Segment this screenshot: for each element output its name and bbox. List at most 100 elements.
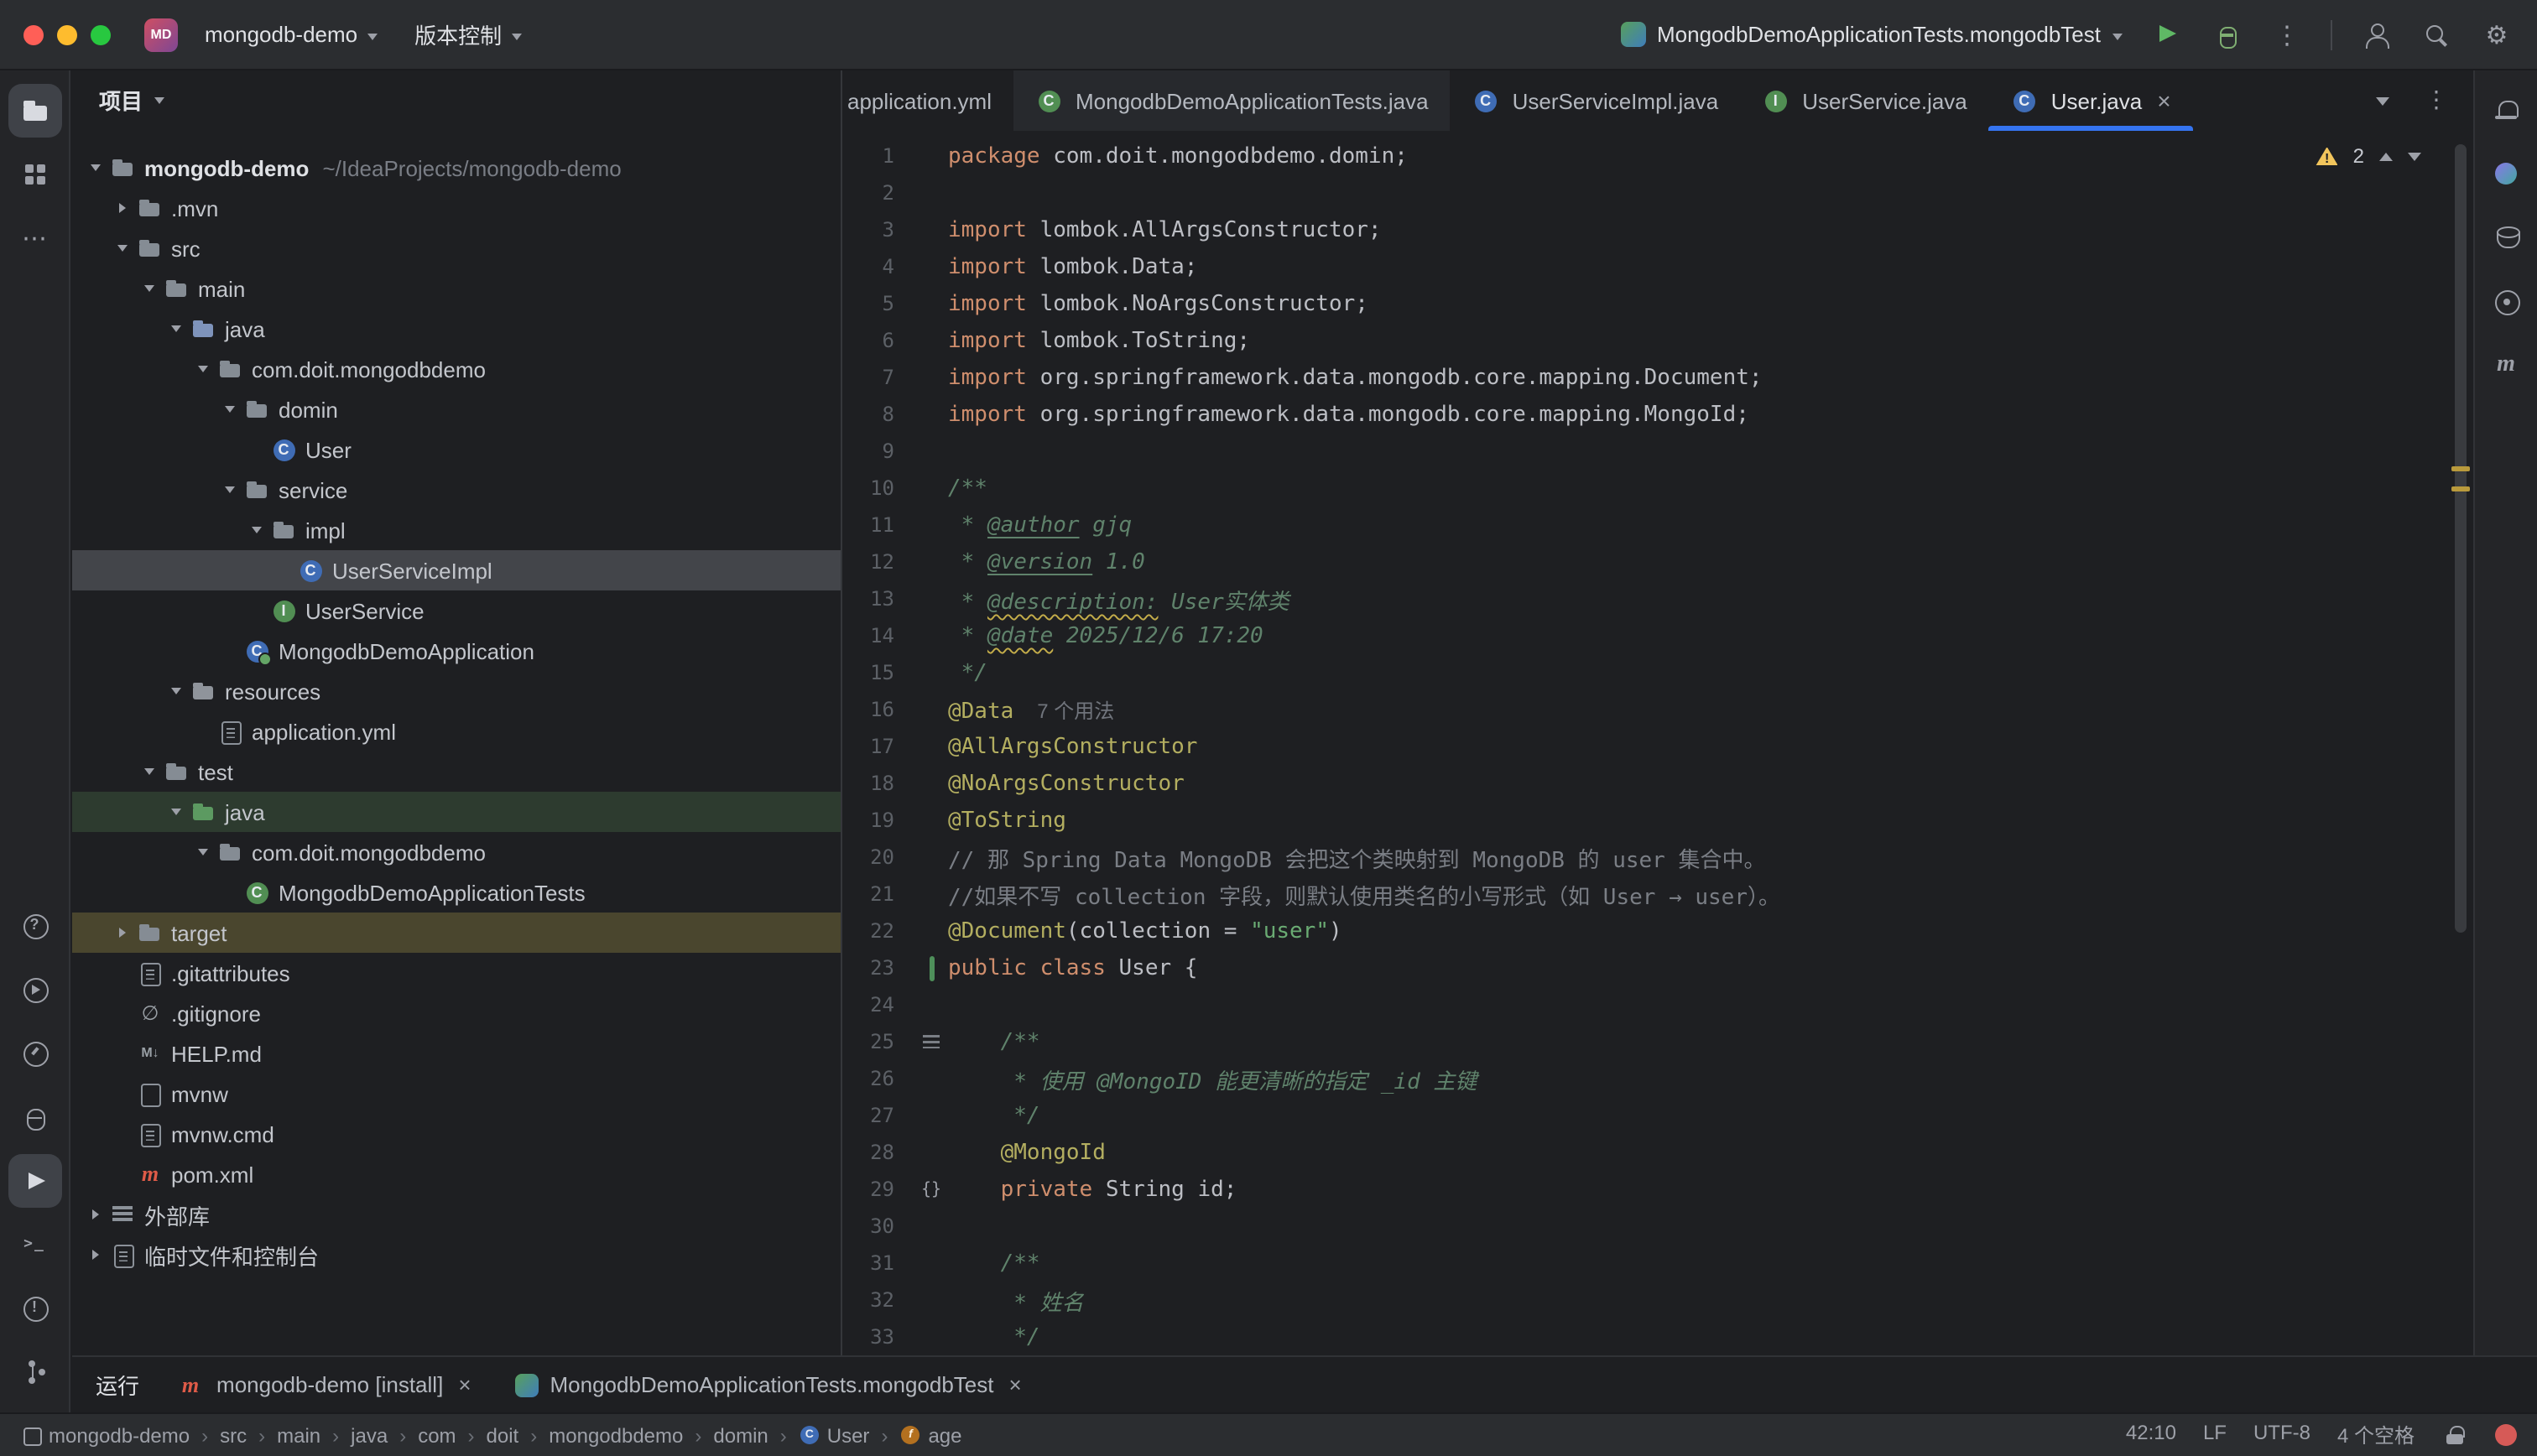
tree-item-test[interactable]: test [72,751,841,792]
project-tool-button[interactable] [8,84,61,138]
chevron-down-icon[interactable] [163,688,190,694]
breadcrumb-User[interactable]: User [799,1423,870,1447]
doc-gutter-icon[interactable] [914,1035,948,1048]
hidden-tabs-button[interactable] [2368,86,2398,116]
tree-item-java[interactable]: java [72,309,841,349]
tree-item-.gitignore[interactable]: .gitignore [72,993,841,1033]
chevron-right-icon[interactable] [109,928,136,938]
chevron-right-icon[interactable] [82,1209,109,1219]
run-tab-mongodb-demo [install][interactable]: mongodb-demo [install]× [176,1371,471,1398]
tree-item-target[interactable]: target [72,913,841,953]
chevron-down-icon[interactable] [136,768,163,775]
breadcrumb-src[interactable]: src [220,1423,247,1447]
braces-gutter-icon[interactable]: {} [914,1180,948,1199]
minimize-window-button[interactable] [57,24,77,44]
status-caret-position[interactable]: 42:10 [2126,1421,2176,1449]
tree-item-resources[interactable]: resources [72,671,841,711]
vcs-menu[interactable]: 版本控制 [404,12,532,57]
tree-item-domin[interactable]: domin [72,389,841,429]
tree-item-com.doit.mongodbdemo[interactable]: com.doit.mongodbdemo [72,832,841,872]
chevron-down-icon[interactable] [216,486,243,493]
more-actions-button[interactable] [2270,18,2304,51]
project-panel-header[interactable]: 项目 [72,70,841,127]
breadcrumb-domin[interactable]: domin [713,1423,768,1447]
lock-icon[interactable] [2441,1422,2468,1448]
tree-item-.mvn[interactable]: .mvn [72,188,841,228]
breadcrumb-mongodbdemo[interactable]: mongodbdemo [549,1423,683,1447]
chevron-down-icon[interactable] [190,366,216,372]
tab-close-icon[interactable]: × [458,1372,471,1397]
tree-item-HELP.md[interactable]: HELP.md [72,1033,841,1074]
inspections-widget[interactable]: 2 [2316,144,2421,168]
tab-options-button[interactable] [2421,86,2451,116]
debug-button[interactable] [2210,18,2243,51]
run-tab-MongodbDemoApplicationTests.mongodbTest[interactable]: MongodbDemoApplicationTests.mongodbTest× [515,1372,1022,1397]
search-button[interactable] [2420,18,2453,51]
breadcrumb-java[interactable]: java [351,1423,388,1447]
chevron-down-icon[interactable] [243,527,270,533]
tree-item-User[interactable]: User [72,429,841,470]
database-tool-button[interactable] [2479,211,2533,265]
breadcrumb-com[interactable]: com [418,1423,456,1447]
debug-tool-tool-button[interactable] [8,1090,61,1144]
tree-item-main[interactable]: main [72,268,841,309]
tree-item-application.yml[interactable]: application.yml [72,711,841,751]
warning-stripe-mark[interactable] [2451,486,2470,491]
prev-problem-button[interactable] [2379,152,2393,160]
add-user-button[interactable] [2359,18,2393,51]
tree-item-java[interactable]: java [72,792,841,832]
tree-item-src[interactable]: src [72,228,841,268]
ai-assistant-tool-button[interactable] [2479,148,2533,201]
tree-item-pom.xml[interactable]: pom.xml [72,1154,841,1194]
code-editor[interactable]: 1package com.doit.mongodbdemo.domin;23im… [844,131,2472,1355]
breadcrumb-main[interactable]: main [277,1423,320,1447]
tree-item-.gitattributes[interactable]: .gitattributes [72,953,841,993]
structure-tool-button[interactable] [8,148,61,201]
version-control-tool-button[interactable] [8,1345,61,1399]
tree-item-mvnw.cmd[interactable]: mvnw.cmd [72,1114,841,1154]
profiler-tool-button[interactable] [8,1027,61,1080]
run-anything-tool-button[interactable] [8,963,61,1017]
tree-item-mvnw[interactable]: mvnw [72,1074,841,1114]
tree-item-MongodbDemoApplication[interactable]: MongodbDemoApplication [72,631,841,671]
run-config-selector[interactable]: MongodbDemoApplicationTests.mongodbTest [1620,22,2123,47]
maven-tool-button[interactable] [2479,339,2533,393]
next-problem-button[interactable] [2408,152,2421,160]
settings-button[interactable] [2480,18,2514,51]
chevron-right-icon[interactable] [82,1250,109,1260]
editor-tab-UserService.java[interactable]: UserService.java [1740,70,1989,131]
warning-stripe-mark[interactable] [2451,466,2470,471]
editor-tab-MongodbDemoApplicationTests.java[interactable]: MongodbDemoApplicationTests.java [1013,70,1451,131]
endpoints-tool-button[interactable] [2479,275,2533,329]
chevron-down-icon[interactable] [216,406,243,413]
status-indent[interactable]: 4 个空格 [2337,1421,2415,1449]
tab-close-icon[interactable]: × [2157,87,2170,114]
tree-item-临时文件和控制台[interactable]: 临时文件和控制台 [72,1235,841,1275]
editor-tab-User.java[interactable]: User.java× [1989,70,2193,131]
vcs-gutter-icon[interactable] [914,955,948,980]
breadcrumb-age[interactable]: age [899,1423,961,1447]
tree-item-外部库[interactable]: 外部库 [72,1194,841,1235]
error-indicator-icon[interactable] [2495,1424,2517,1446]
tree-item-UserServiceImpl[interactable]: UserServiceImpl [72,550,841,590]
close-window-button[interactable] [23,24,44,44]
project-menu[interactable]: mongodb-demo [195,15,388,54]
chevron-down-icon[interactable] [163,809,190,815]
chevron-down-icon[interactable] [136,285,163,292]
terminal-tool-button[interactable] [8,1218,61,1271]
editor-tab-UserServiceImpl.java[interactable]: UserServiceImpl.java [1451,70,1741,131]
editor-tab-application.yml[interactable]: application.yml [844,70,1013,131]
editor-scrollbar[interactable] [2455,144,2467,933]
run-panel-title[interactable]: 运行 [96,1369,139,1401]
tree-item-UserService[interactable]: UserService [72,590,841,631]
zoom-window-button[interactable] [91,24,111,44]
help-tool-button[interactable] [8,899,61,953]
run-tool-tool-button[interactable] [8,1154,61,1208]
tree-item-mongodb-demo[interactable]: mongodb-demo~/IdeaProjects/mongodb-demo [72,148,841,188]
tree-item-MongodbDemoApplicationTests[interactable]: MongodbDemoApplicationTests [72,872,841,913]
chevron-down-icon[interactable] [82,164,109,171]
more-tools-tool-button[interactable] [8,211,61,265]
breadcrumb-doit[interactable]: doit [487,1423,519,1447]
problems-tool-button[interactable] [8,1282,61,1335]
tree-item-impl[interactable]: impl [72,510,841,550]
